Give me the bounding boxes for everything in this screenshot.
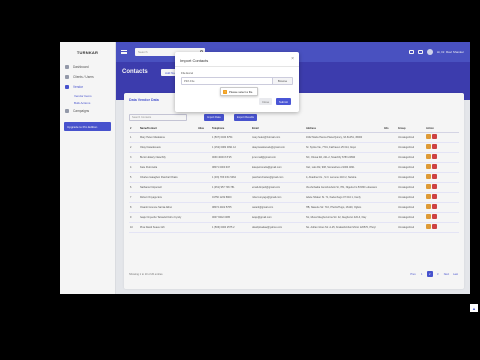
submit-button[interactable]: Submit: [276, 98, 291, 105]
close-button[interactable]: Close: [259, 98, 273, 105]
file-input[interactable]: Pilih File Browse: [181, 77, 293, 85]
import-contacts-modal: Import Contacts × File Excel Pilih File …: [175, 52, 299, 112]
scroll-top-icon[interactable]: ▲: [470, 304, 478, 312]
browse-button[interactable]: Browse: [272, 78, 292, 84]
file-name-value[interactable]: Pilih File: [182, 78, 272, 84]
validation-tooltip: ! Please select a file.: [220, 87, 258, 96]
close-icon[interactable]: ×: [291, 57, 294, 62]
video-frame: TURNKAR Dashboard Clients / Users Vendor…: [0, 0, 480, 360]
validation-message: Please select a file.: [229, 89, 254, 94]
file-field-label: File Excel: [181, 71, 194, 75]
modal-title: Import Contacts: [180, 58, 209, 63]
warning-icon: !: [223, 89, 227, 94]
modal-divider: [175, 66, 299, 67]
app-screen: TURNKAR Dashboard Clients / Users Vendor…: [60, 42, 470, 294]
